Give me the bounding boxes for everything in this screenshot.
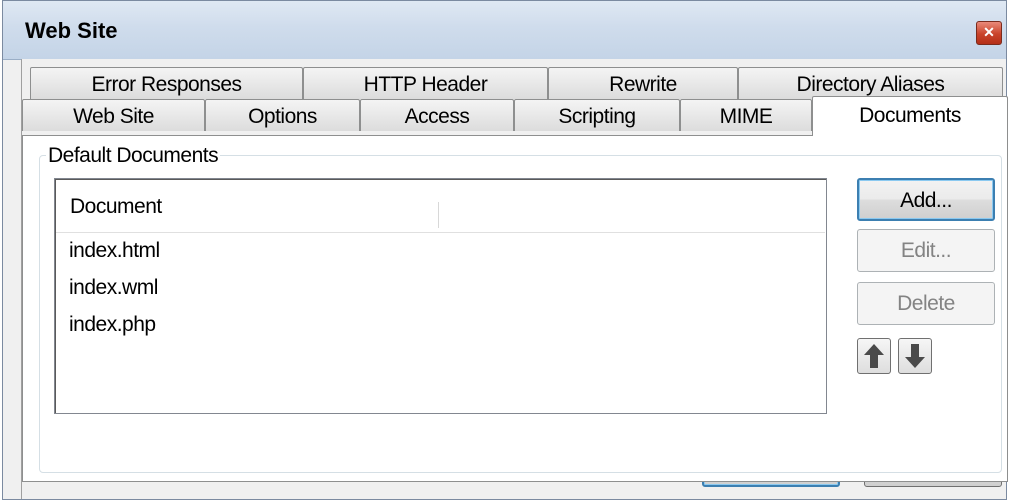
list-item[interactable]: index.php (69, 311, 160, 348)
close-icon[interactable]: ✕ (976, 21, 1002, 45)
tab-documents[interactable]: Documents (812, 96, 1008, 136)
edit-button[interactable]: Edit... (857, 229, 995, 272)
arrow-down-icon (905, 344, 925, 368)
list-header: Document (56, 180, 825, 233)
move-up-button[interactable] (857, 338, 891, 374)
tab-options[interactable]: Options (205, 99, 360, 131)
title-bar[interactable]: Web Site ✕ (3, 1, 1006, 60)
tab-label: MIME (719, 105, 773, 128)
tab-label: Error Responses (91, 73, 242, 96)
tab-scripting[interactable]: Scripting (514, 99, 680, 131)
group-legend: Default Documents (46, 144, 221, 168)
tab-label: Documents (859, 104, 961, 127)
dialog-client-area: Error Responses HTTP Header Rewrite Dire… (21, 59, 1008, 499)
tab-rewrite[interactable]: Rewrite (548, 67, 738, 99)
tab-web-site[interactable]: Web Site (22, 99, 205, 131)
tab-http-header[interactable]: HTTP Header (303, 67, 548, 99)
documents-panel: Default Documents Document index.html in… (22, 135, 1008, 482)
tab-label: HTTP Header (363, 73, 488, 96)
tab-mime[interactable]: MIME (680, 99, 812, 131)
column-separator[interactable] (438, 202, 439, 228)
list-rows: index.html index.wml index.php (69, 237, 160, 348)
tab-label: Web Site (73, 105, 154, 128)
move-down-button[interactable] (898, 338, 932, 374)
tab-label: Access (404, 105, 470, 128)
dialog-window: Web Site ✕ Error Responses HTTP Header R… (2, 0, 1008, 500)
list-item[interactable]: index.wml (69, 274, 160, 311)
list-item[interactable]: index.html (69, 237, 160, 274)
column-header-document[interactable]: Document (70, 195, 162, 219)
tab-label: Scripting (558, 105, 636, 128)
tab-directory-aliases[interactable]: Directory Aliases (738, 67, 1003, 99)
window-title: Web Site (25, 18, 118, 43)
tab-label: Directory Aliases (796, 73, 945, 96)
tab-error-responses[interactable]: Error Responses (30, 67, 303, 99)
tab-label: Options (248, 105, 317, 128)
default-documents-group: Default Documents Document index.html in… (39, 144, 1002, 473)
documents-list[interactable]: Document index.html index.wml index.php (54, 178, 827, 414)
arrow-up-icon (864, 344, 884, 368)
delete-button[interactable]: Delete (857, 282, 995, 325)
add-button[interactable]: Add... (857, 178, 995, 221)
tab-label: Rewrite (609, 73, 677, 96)
tab-access[interactable]: Access (360, 99, 514, 131)
